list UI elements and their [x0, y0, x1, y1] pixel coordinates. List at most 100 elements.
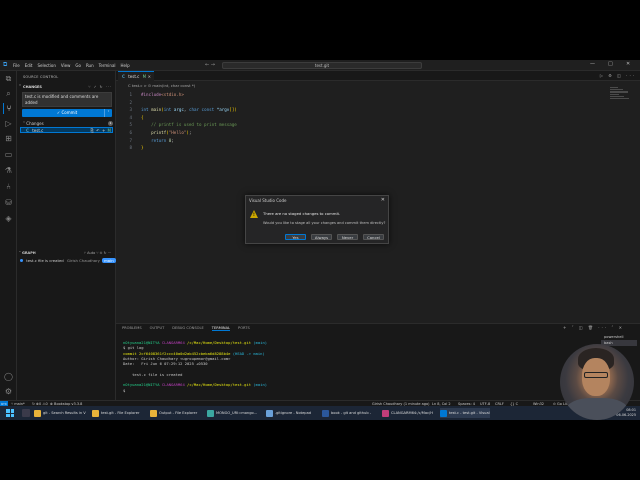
- tab-problems[interactable]: PROBLEMS: [122, 326, 142, 331]
- code-token: *argv: [216, 107, 230, 113]
- commit-dot-icon: [20, 259, 23, 262]
- minimap-line: [610, 89, 623, 91]
- tab-output[interactable]: OUTPUT: [150, 326, 165, 331]
- maximize-icon[interactable]: □: [608, 61, 613, 67]
- dialog-close-icon[interactable]: ✕: [381, 197, 385, 203]
- panel-toolbar[interactable]: + ˅ ◫ 🗑 ··· ˄ ✕: [563, 325, 624, 330]
- taskbar-app[interactable]: MONGO_URI=mongo...: [207, 408, 257, 418]
- commit-button[interactable]: ✓ Commit ˅: [22, 109, 112, 117]
- presenter-shirt: [566, 398, 628, 420]
- taskbar-app-label: MONGO_URI=mongo...: [216, 411, 258, 415]
- code-line[interactable]: 4{: [116, 114, 640, 122]
- code-token: char const: [188, 107, 217, 113]
- source-control-icon[interactable]: ⑂: [3, 103, 14, 114]
- activity-bar: ⧉ ⌕ ⑂ ▷ ⊞ ▭ ⚗ ⑃ ⛁ ◈ ◯ ⚙: [0, 71, 17, 400]
- graph-toolbar[interactable]: ⑂ Auto ⑂ ⊙ ↻ ···: [84, 251, 111, 255]
- prompt-path: /c/Mac/Home/Desktop/test.git: [187, 340, 252, 345]
- code-line[interactable]: 3 int main(int argc, char const *argv[]): [116, 106, 640, 114]
- menu-run[interactable]: Run: [86, 63, 94, 68]
- taskbar-app[interactable]: test.c - test.git - Visual: [440, 408, 490, 418]
- yes-button[interactable]: Yes: [285, 234, 306, 240]
- commit-ref: (HEAD -> main): [232, 350, 265, 356]
- taskbar-app[interactable]: test.git - File Explorer: [92, 408, 139, 418]
- tab-ports[interactable]: PORTS: [238, 326, 250, 331]
- always-button[interactable]: Always: [311, 234, 332, 240]
- code-token: }: [141, 145, 144, 151]
- command-center-search[interactable]: test.git: [222, 62, 422, 69]
- prompt-branch: (main): [253, 382, 268, 388]
- taskbar-app[interactable]: .gitignore - Notepad: [266, 408, 311, 418]
- menu-help[interactable]: Help: [121, 63, 130, 68]
- run-debug-icon[interactable]: ▷: [3, 118, 14, 129]
- app-icon: [266, 410, 273, 417]
- database-icon[interactable]: ⛁: [3, 197, 14, 208]
- tab-debug-console[interactable]: DEBUG CONSOLE: [172, 326, 203, 331]
- changed-file-row[interactable]: C test.c ⎘ ↶ + M: [20, 127, 113, 133]
- taskbar-app[interactable]: CLANGARM64:/c/Mac/H: [382, 408, 433, 418]
- menu-edit[interactable]: Edit: [25, 63, 33, 68]
- code-token: ;: [171, 137, 174, 143]
- graph-section-label: GRAPH: [21, 251, 36, 255]
- menu-file[interactable]: File: [13, 63, 20, 68]
- terminal-list: powershell bash: [601, 334, 637, 346]
- cancel-button[interactable]: Cancel: [363, 234, 384, 240]
- search-icon[interactable]: [22, 409, 30, 417]
- tab-terminal[interactable]: TERMINAL: [211, 326, 231, 331]
- remote-explorer-icon[interactable]: ▭: [3, 149, 14, 160]
- code-line[interactable]: 7 return 0;: [116, 137, 640, 145]
- extensions-icon[interactable]: ⊞: [3, 133, 14, 144]
- taskbar-app[interactable]: Output - File Explorer: [150, 408, 197, 418]
- menu-terminal[interactable]: Terminal: [99, 63, 116, 68]
- windows-start-icon[interactable]: [6, 409, 14, 417]
- section-toolbar[interactable]: ⑂ ✓ ↻ ···: [88, 85, 112, 89]
- account-icon[interactable]: ◯: [3, 371, 14, 382]
- title-bar: ⧉ File Edit Selection View Go Run Termin…: [0, 60, 640, 71]
- graph-commit-row[interactable]: test.c file is created Girish Chaudhary …: [20, 258, 116, 263]
- code-token: #include: [141, 92, 162, 97]
- dialog-message: There are no staged changes to commit.: [263, 211, 341, 216]
- testing-icon[interactable]: ⚗: [3, 165, 14, 176]
- terminal-output[interactable]: nOtyuana21@NITYA CLANGARM64 /c/Mac/Home/…: [123, 340, 267, 393]
- changed-file-name: test.c: [32, 128, 44, 133]
- explorer-icon[interactable]: ⧉: [3, 73, 14, 84]
- changes-group-header[interactable]: ˅ Changes 1: [23, 121, 113, 126]
- commit-dropdown-chevron-icon[interactable]: ˅: [104, 109, 112, 117]
- minimize-icon[interactable]: —: [590, 61, 595, 67]
- code-token: return: [141, 137, 169, 143]
- code-line[interactable]: 8}: [116, 144, 640, 152]
- minimap[interactable]: [610, 87, 634, 107]
- code-line[interactable]: 5 // printf is used to print message: [116, 121, 640, 129]
- close-window-icon[interactable]: ✕: [626, 61, 630, 67]
- taskbar-app-label: CLANGARM64:/c/Mac/H: [391, 411, 433, 415]
- commit-message-input[interactable]: test.c is modified and comments are adde…: [22, 92, 112, 107]
- code-line[interactable]: 6 printf("Hello");: [116, 129, 640, 137]
- docker-icon[interactable]: ◈: [3, 213, 14, 224]
- chevron-down-icon: ˅: [19, 84, 21, 89]
- file-actions[interactable]: ⎘ ↶ +: [91, 128, 106, 133]
- line-text: return 0;: [141, 137, 174, 145]
- search-icon[interactable]: ⌕: [3, 88, 14, 99]
- webcam-overlay: [560, 344, 634, 420]
- changes-section-header[interactable]: ˅ CHANGES ⑂ ✓ ↻ ···: [19, 83, 114, 90]
- commit-line-label: commit: [123, 350, 137, 356]
- terminal-input[interactable]: $: [123, 388, 128, 393]
- nav-arrows-icon[interactable]: ← →: [205, 62, 215, 68]
- code-line[interactable]: 2: [116, 99, 640, 107]
- breadcrumb[interactable]: C test.c > ⊙ main(int, char const *): [128, 83, 195, 88]
- tab-test-c[interactable]: C test.c M ✕: [118, 71, 154, 81]
- git-graph-icon[interactable]: ⑃: [3, 181, 14, 192]
- editor-actions[interactable]: ▷ ⚙ ◫ ···: [600, 73, 636, 78]
- taskbar-app[interactable]: book - git and github -: [322, 408, 371, 418]
- menu-go[interactable]: Go: [75, 63, 81, 68]
- menu-view[interactable]: View: [61, 63, 71, 68]
- never-button[interactable]: Never: [337, 234, 358, 240]
- settings-gear-icon[interactable]: ⚙: [3, 386, 14, 397]
- taskbar-app[interactable]: git - Search Results in V: [34, 408, 86, 418]
- menu-selection[interactable]: Selection: [37, 63, 55, 68]
- graph-section-header[interactable]: ˅ GRAPH ⑂ Auto ⑂ ⊙ ↻ ···: [19, 251, 114, 255]
- minimap-line: [610, 93, 619, 95]
- taskbar-app-label: Output - File Explorer: [159, 411, 198, 415]
- tab-close-icon[interactable]: ✕: [148, 72, 151, 81]
- code-line[interactable]: 1 #include<stdio.h>: [116, 91, 640, 99]
